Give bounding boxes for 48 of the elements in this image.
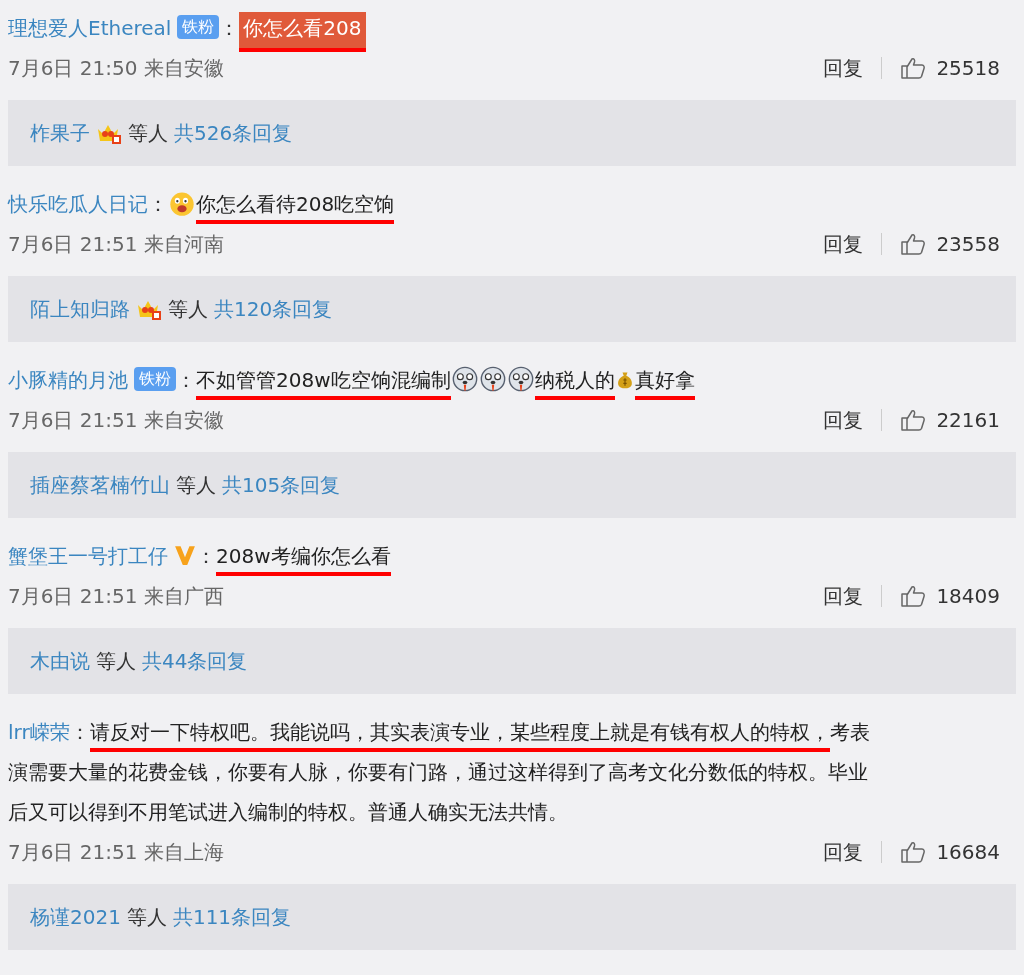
- dog-emoji-icon: [478, 365, 507, 393]
- reply-button[interactable]: 回复: [823, 838, 864, 866]
- comment-text: 纳税人的: [534, 368, 615, 400]
- fan-badge: 铁粉: [177, 15, 220, 39]
- post-time: 7月6日 21:50 来自安徽: [8, 54, 224, 82]
- colon: ：: [219, 16, 240, 40]
- post-time: 7月6日 21:51 来自广西: [8, 582, 224, 610]
- comment-text: 你怎么看208: [239, 12, 366, 52]
- comment-text: 不如管管208w吃空饷混编制: [196, 368, 451, 400]
- reply-button[interactable]: 回复: [823, 230, 864, 258]
- colon: ：: [176, 368, 196, 392]
- thumbs-up-icon: [900, 584, 927, 608]
- dog-emoji-icon: [450, 365, 479, 393]
- post-time: 7月6日 21:51 来自河南: [8, 230, 224, 258]
- thread-label: 等人: [96, 647, 136, 675]
- like-button[interactable]: 23558: [900, 232, 1000, 256]
- comment-text: 请反对一下特权吧。我能说吗，其实表演专业，某些程度上就是有钱有权人的特权，: [89, 720, 830, 752]
- reply-button[interactable]: 回复: [823, 406, 864, 434]
- colon: ：: [69, 720, 90, 744]
- comment-text: 演需要大量的花费金钱，你要有人脉，你要有门路，通过这样得到了高考文化分数低的特权。毕业: [8, 760, 868, 784]
- thumbs-up-icon: [900, 408, 927, 432]
- thumbs-up-icon: [900, 232, 927, 256]
- like-button[interactable]: 18409: [900, 584, 1000, 608]
- thread-label: 等人: [126, 903, 167, 931]
- colon: ：: [148, 192, 168, 216]
- post-time: 7月6日 21:51 来自安徽: [8, 406, 224, 434]
- username[interactable]: 小豚精的月池: [8, 368, 128, 392]
- like-button[interactable]: 16684: [900, 840, 1000, 864]
- comment-text: 考表: [829, 720, 870, 744]
- reply-button[interactable]: 回复: [823, 582, 864, 610]
- comment-text: 真好拿: [634, 368, 695, 400]
- thread-label: 等人: [168, 295, 208, 323]
- dog-emoji-icon: [506, 365, 535, 393]
- fan-badge: 铁粉: [134, 367, 176, 391]
- comment-text: 208w考编你怎么看: [216, 544, 391, 576]
- comment-text: 后又可以得到不用笔试进入编制的特权。普通人确实无法共情。: [8, 800, 568, 824]
- username[interactable]: 快乐吃瓜人日记: [8, 192, 148, 216]
- v-icon: [174, 544, 196, 566]
- thread-label: 等人: [128, 119, 168, 147]
- thread-label: 等人: [176, 471, 216, 499]
- comment-text: 你怎么看待208吃空饷: [196, 192, 395, 224]
- thumbs-up-icon: [900, 56, 927, 80]
- colon: ：: [196, 544, 216, 568]
- thumbs-up-icon: [900, 840, 927, 864]
- like-button[interactable]: 22161: [900, 408, 1000, 432]
- like-button[interactable]: 25518: [900, 56, 1000, 80]
- reply-button[interactable]: 回复: [823, 54, 864, 82]
- post-time: 7月6日 21:51 来自上海: [8, 838, 224, 866]
